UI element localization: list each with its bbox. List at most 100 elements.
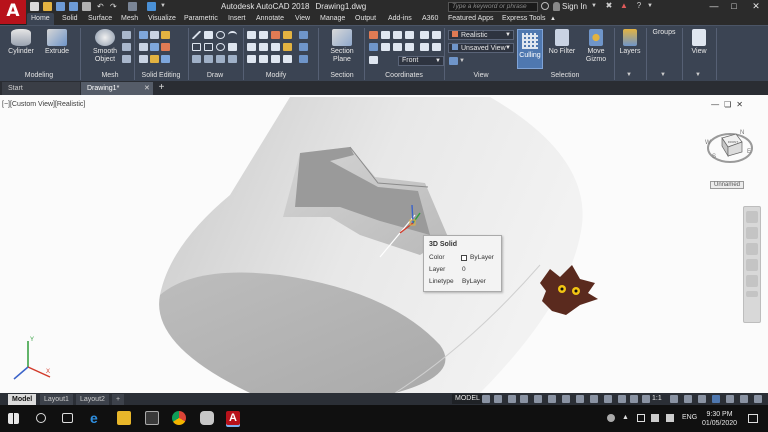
tab-layout1[interactable]: Layout1 [40,394,73,405]
named-view-select[interactable]: Unsaved View ▼ [448,43,514,53]
search-input[interactable]: Type a keyword or phrase [448,2,538,12]
mesh-tool-icon[interactable] [122,55,131,63]
view-direction-select[interactable]: Front ▼ [398,56,444,66]
ucs-zaxis-icon[interactable] [432,43,441,51]
thicken-icon[interactable] [150,43,159,51]
circle-icon[interactable] [216,31,225,39]
clock[interactable]: 9:30 PM 01/05/2020 [702,410,737,428]
tab-manage[interactable]: Manage [320,13,345,25]
tab-parametric[interactable]: Parametric [184,13,218,25]
network-icon[interactable] [651,414,659,422]
extrude-button[interactable]: Extrude [42,29,72,56]
ucs-3point-icon[interactable] [405,31,414,39]
subtract-icon[interactable] [150,31,159,39]
tab-annotate[interactable]: Annotate [256,13,284,25]
ribbon-minimize-icon[interactable]: ▲ [550,13,556,25]
task-view-icon[interactable] [62,413,73,423]
layers-button[interactable]: Layers [618,29,642,56]
pan-icon[interactable] [746,227,758,239]
polar-icon[interactable] [520,395,528,403]
tab-home[interactable]: Home [27,13,54,25]
show-hidden-icons-icon[interactable]: ▲ [622,414,630,422]
copy-icon[interactable] [247,43,256,51]
offset-icon[interactable] [283,55,292,63]
culling-button[interactable]: Culling [517,29,543,69]
fillet-icon[interactable] [271,43,280,51]
groups-dropdown-icon[interactable]: ▼ [660,72,669,80]
arc-icon[interactable] [228,31,237,39]
spline-icon[interactable] [228,43,237,51]
clean-screen-icon[interactable] [726,395,734,403]
drawing-viewport[interactable]: Y X FRONT N W S E [−][Custom View][Reali… [0,95,768,393]
sign-in-dropdown-icon[interactable]: ▼ [589,1,599,11]
windows-start-icon[interactable] [8,413,19,424]
close-button[interactable]: ✕ [746,0,766,13]
mail-icon[interactable] [200,411,214,425]
help-dropdown-icon[interactable]: ▼ [645,1,655,11]
edge-browser-icon[interactable]: e [90,411,104,425]
helix-icon[interactable] [228,55,237,63]
people-icon[interactable] [607,414,615,422]
group-view[interactable]: View [448,70,514,81]
ucs-icon[interactable] [369,31,378,39]
steering-wheel-icon[interactable] [746,211,758,223]
search-icon[interactable] [36,413,46,423]
group-mesh[interactable]: Mesh [88,70,132,81]
explode-icon[interactable] [283,43,292,51]
erase-icon[interactable] [283,31,292,39]
tab-model[interactable]: Model [8,394,37,405]
group-section[interactable]: Section [320,70,364,81]
group-selection[interactable]: Selection [516,70,614,81]
new-icon[interactable] [30,2,39,11]
viewport-restore-icon[interactable]: ❏ [724,100,736,109]
rectangle-icon[interactable] [192,43,201,51]
groups-button[interactable]: Groups [650,29,678,37]
redo-icon[interactable]: ↷ [110,2,119,11]
tab-featured-apps[interactable]: Featured Apps [448,13,494,25]
workspace-switch-icon[interactable] [670,395,678,403]
autocad-taskbar-icon[interactable]: A [226,411,240,425]
3d-rotate-icon[interactable] [299,43,308,51]
tab-drawing1[interactable]: Drawing1* [81,82,153,95]
union-icon[interactable] [139,31,148,39]
workspace-icon[interactable] [128,2,137,11]
ucs-z-icon[interactable] [420,43,429,51]
smooth-object-button[interactable]: Smooth Object [88,29,122,63]
ucs-view-icon[interactable] [381,43,390,51]
model-space-button[interactable]: MODEL [452,394,483,404]
boundary-icon[interactable] [216,55,225,63]
user-icon[interactable] [553,2,560,11]
object-snap-tracking-icon[interactable] [548,395,556,403]
viewport-config-icon[interactable] [449,57,458,65]
viewcube[interactable]: FRONT N W S E [705,130,753,163]
undo-icon[interactable]: ↶ [97,2,106,11]
help-icon[interactable]: ? [634,1,644,11]
ucs-x-icon[interactable] [420,31,429,39]
application-menu-button[interactable]: A [0,0,26,24]
selection-cycling-icon[interactable] [604,395,612,403]
maximize-button[interactable]: □ [724,0,744,13]
tab-visualize[interactable]: Visualize [148,13,176,25]
new-tab-button[interactable]: + [156,83,167,94]
annotation-monitor-icon[interactable] [684,395,692,403]
tab-output[interactable]: Output [355,13,376,25]
tab-add-ins[interactable]: Add-ins [388,13,412,25]
viewport-config-dropdown-icon[interactable]: ▼ [459,57,468,65]
3d-move-icon[interactable] [299,31,308,39]
annotation-scale-value[interactable]: 1:1 [652,394,662,404]
tab-solid[interactable]: Solid [62,13,78,25]
a360-icon[interactable]: ▲ [619,1,629,11]
snap-icon[interactable] [494,395,502,403]
minimize-button[interactable]: — [704,0,724,13]
status-menu-icon[interactable] [754,395,762,403]
ucs-y-icon[interactable] [432,31,441,39]
share-icon[interactable] [147,2,156,11]
chrome-icon[interactable] [172,411,186,425]
fillet-edge-icon[interactable] [150,55,159,63]
hardware-acceleration-icon[interactable] [712,395,720,403]
region-icon[interactable] [204,55,213,63]
group-coordinates[interactable]: Coordinates [366,70,442,81]
ucs-origin-icon[interactable] [393,31,402,39]
layers-dropdown-icon[interactable]: ▼ [626,72,635,80]
calculator-icon[interactable] [145,411,159,425]
